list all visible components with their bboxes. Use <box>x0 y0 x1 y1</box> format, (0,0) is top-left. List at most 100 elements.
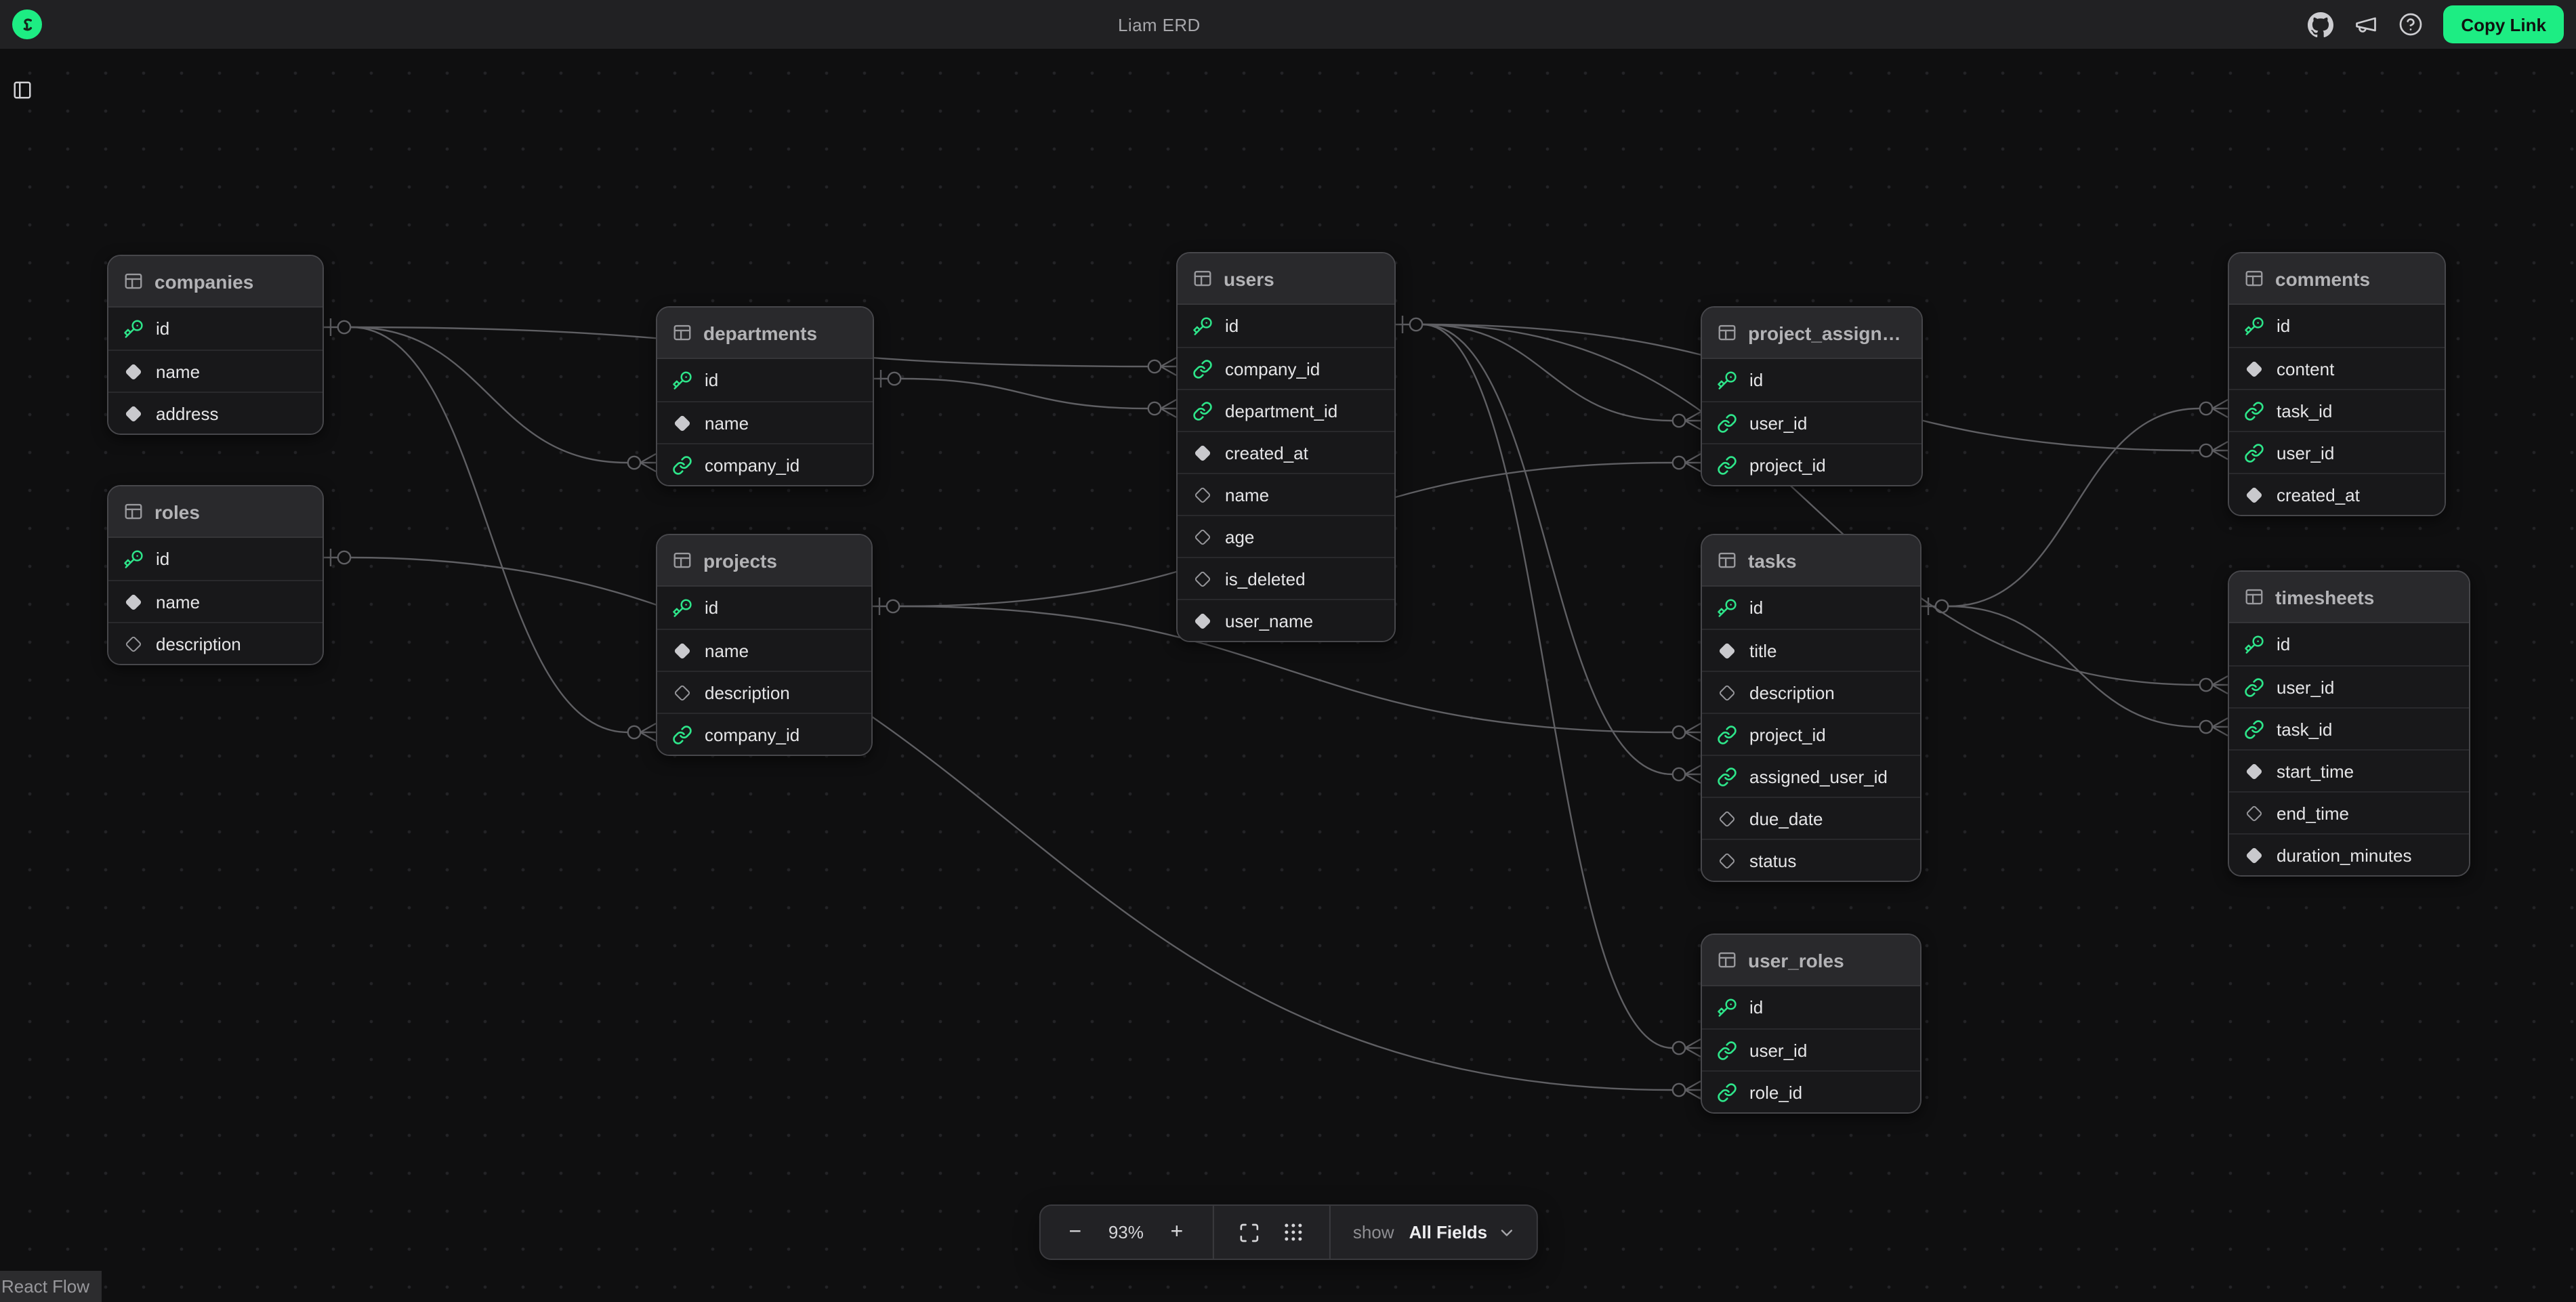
field-row-user_roles-user_id[interactable]: user_id <box>1702 1028 1920 1070</box>
field-row-timesheets-end_time[interactable]: end_time <box>2229 791 2469 833</box>
table-header[interactable]: users <box>1178 253 1394 305</box>
field-row-companies-address[interactable]: address <box>108 392 323 434</box>
field-row-tasks-description[interactable]: description <box>1702 671 1920 713</box>
tidy-up-grid-icon[interactable] <box>1279 1217 1308 1247</box>
table-header[interactable]: tasks <box>1702 535 1920 587</box>
field-row-roles-description[interactable]: description <box>108 622 323 664</box>
field-row-users-department_id[interactable]: department_id <box>1178 389 1394 431</box>
table-header[interactable]: comments <box>2229 253 2445 305</box>
field-row-comments-task_id[interactable]: task_id <box>2229 389 2445 431</box>
sidebar-toggle-icon[interactable] <box>9 77 35 103</box>
field-row-tasks-due_date[interactable]: due_date <box>1702 797 1920 839</box>
table-departments[interactable]: departments id namecompany_id <box>656 306 874 486</box>
table-projects[interactable]: projectsidnamedescriptioncompany_id <box>656 534 873 756</box>
field-row-projects-company_id[interactable]: company_id <box>657 713 871 755</box>
field-row-tasks-title[interactable]: title <box>1702 629 1920 671</box>
field-row-roles-name[interactable]: name <box>108 580 323 622</box>
copy-link-button[interactable]: Copy Link <box>2443 5 2564 43</box>
field-name: project_id <box>1749 455 1826 475</box>
nullable-diamond-icon <box>1717 850 1737 870</box>
field-row-users-created_at[interactable]: created_at <box>1178 431 1394 473</box>
table-tasks[interactable]: tasksidtitledescriptionproject_idassigne… <box>1701 534 1921 882</box>
field-name: description <box>156 633 241 654</box>
edge-companies.id-projects.company_id <box>351 327 656 741</box>
table-companies[interactable]: companiesidnameaddress <box>107 255 324 435</box>
field-row-comments-content[interactable]: content <box>2229 347 2445 389</box>
table-header[interactable]: project_assignments <box>1702 308 1921 359</box>
chevron-down-icon <box>1497 1223 1516 1242</box>
nullable-diamond-icon <box>1192 568 1213 589</box>
table-header[interactable]: roles <box>108 486 323 538</box>
table-header[interactable]: user_roles <box>1702 935 1920 986</box>
field-row-projects-id[interactable]: id <box>657 587 871 629</box>
erd-canvas[interactable]: companiesidnameaddressrolesidnamedescrip… <box>0 0 2576 1294</box>
nullable-diamond-icon <box>1717 682 1737 702</box>
toolbar-divider <box>1329 1206 1330 1259</box>
field-row-timesheets-start_time[interactable]: start_time <box>2229 749 2469 791</box>
field-row-tasks-assigned_user_id[interactable]: assigned_user_id <box>1702 755 1920 797</box>
field-row-users-name[interactable]: name <box>1178 473 1394 515</box>
table-header[interactable]: departments <box>657 308 873 359</box>
foreign-key-link-icon <box>2244 400 2264 421</box>
foreign-key-link-icon <box>2244 719 2264 739</box>
zoom-out-button[interactable]: − <box>1060 1217 1090 1247</box>
table-users[interactable]: usersidcompany_iddepartment_idcreated_at… <box>1176 252 1396 642</box>
field-row-departments-company_id[interactable]: company_id <box>657 443 873 485</box>
field-row-comments-id[interactable]: id <box>2229 305 2445 347</box>
field-row-comments-user_id[interactable]: user_id <box>2229 431 2445 473</box>
field-row-project_assignments-user_id[interactable]: user_id <box>1702 401 1921 443</box>
cardinality-many-marker-project_assignments.project_id <box>1673 454 1701 471</box>
zoom-in-button[interactable]: + <box>1162 1217 1192 1247</box>
table-header[interactable]: projects <box>657 535 871 587</box>
field-row-users-id[interactable]: id <box>1178 305 1394 347</box>
table-header[interactable]: timesheets <box>2229 572 2469 623</box>
field-row-user_roles-id[interactable]: id <box>1702 986 1920 1028</box>
field-row-projects-name[interactable]: name <box>657 629 871 671</box>
field-row-project_assignments-project_id[interactable]: project_id <box>1702 443 1921 485</box>
field-row-roles-id[interactable]: id <box>108 538 323 580</box>
field-name: due_date <box>1749 808 1823 828</box>
table-header[interactable]: companies <box>108 256 323 308</box>
foreign-key-link-icon <box>1717 455 1737 475</box>
table-roles[interactable]: roles idname description <box>107 485 324 665</box>
field-row-companies-id[interactable]: id <box>108 308 323 350</box>
fit-view-icon[interactable] <box>1234 1217 1264 1247</box>
field-row-user_roles-role_id[interactable]: role_id <box>1702 1070 1920 1112</box>
fields-filter-select[interactable]: All Fields <box>1409 1222 1516 1242</box>
megaphone-icon[interactable] <box>2354 12 2378 37</box>
field-row-timesheets-duration_minutes[interactable]: duration_minutes <box>2229 833 2469 875</box>
github-icon[interactable] <box>2308 12 2333 37</box>
liam-logo-icon[interactable] <box>12 9 42 39</box>
field-row-departments-id[interactable]: id <box>657 359 873 401</box>
table-comments[interactable]: commentsidcontenttask_iduser_id created_a… <box>2228 252 2446 516</box>
react-flow-attribution[interactable]: React Flow <box>0 1271 102 1302</box>
field-row-companies-name[interactable]: name <box>108 350 323 392</box>
field-row-users-is_deleted[interactable]: is_deleted <box>1178 557 1394 599</box>
table-icon <box>672 550 692 570</box>
table-timesheets[interactable]: timesheetsiduser_idtask_idstart_timeend_… <box>2228 570 2470 877</box>
field-row-timesheets-task_id[interactable]: task_id <box>2229 707 2469 749</box>
zoom-level: 93% <box>1105 1222 1147 1242</box>
field-row-departments-name[interactable]: name <box>657 401 873 443</box>
table-name: roles <box>154 501 200 522</box>
field-row-comments-created_at[interactable]: created_at <box>2229 473 2445 515</box>
field-name: created_at <box>2277 484 2360 505</box>
edge-companies.id-departments.company_id <box>324 318 656 471</box>
field-row-tasks-status[interactable]: status <box>1702 839 1920 881</box>
field-name: id <box>705 370 718 390</box>
field-row-users-company_id[interactable]: company_id <box>1178 347 1394 389</box>
field-row-projects-description[interactable]: description <box>657 671 871 713</box>
edge-tasks.id-comments.task_id <box>1921 400 2228 615</box>
field-row-timesheets-user_id[interactable]: user_id <box>2229 665 2469 707</box>
table-project_assignments[interactable]: project_assignmentsiduser_id project_id <box>1701 306 1923 486</box>
field-row-tasks-project_id[interactable]: project_id <box>1702 713 1920 755</box>
field-row-users-age[interactable]: age <box>1178 515 1394 557</box>
edge-users.id-user_roles.user_id <box>1423 324 1701 1057</box>
field-row-timesheets-id[interactable]: id <box>2229 623 2469 665</box>
field-name: status <box>1749 850 1796 870</box>
field-row-users-user_name[interactable]: user_name <box>1178 599 1394 641</box>
field-row-tasks-id[interactable]: id <box>1702 587 1920 629</box>
help-icon[interactable] <box>2398 12 2423 37</box>
field-row-project_assignments-id[interactable]: id <box>1702 359 1921 401</box>
table-user_roles[interactable]: user_rolesiduser_idrole_id <box>1701 933 1921 1114</box>
